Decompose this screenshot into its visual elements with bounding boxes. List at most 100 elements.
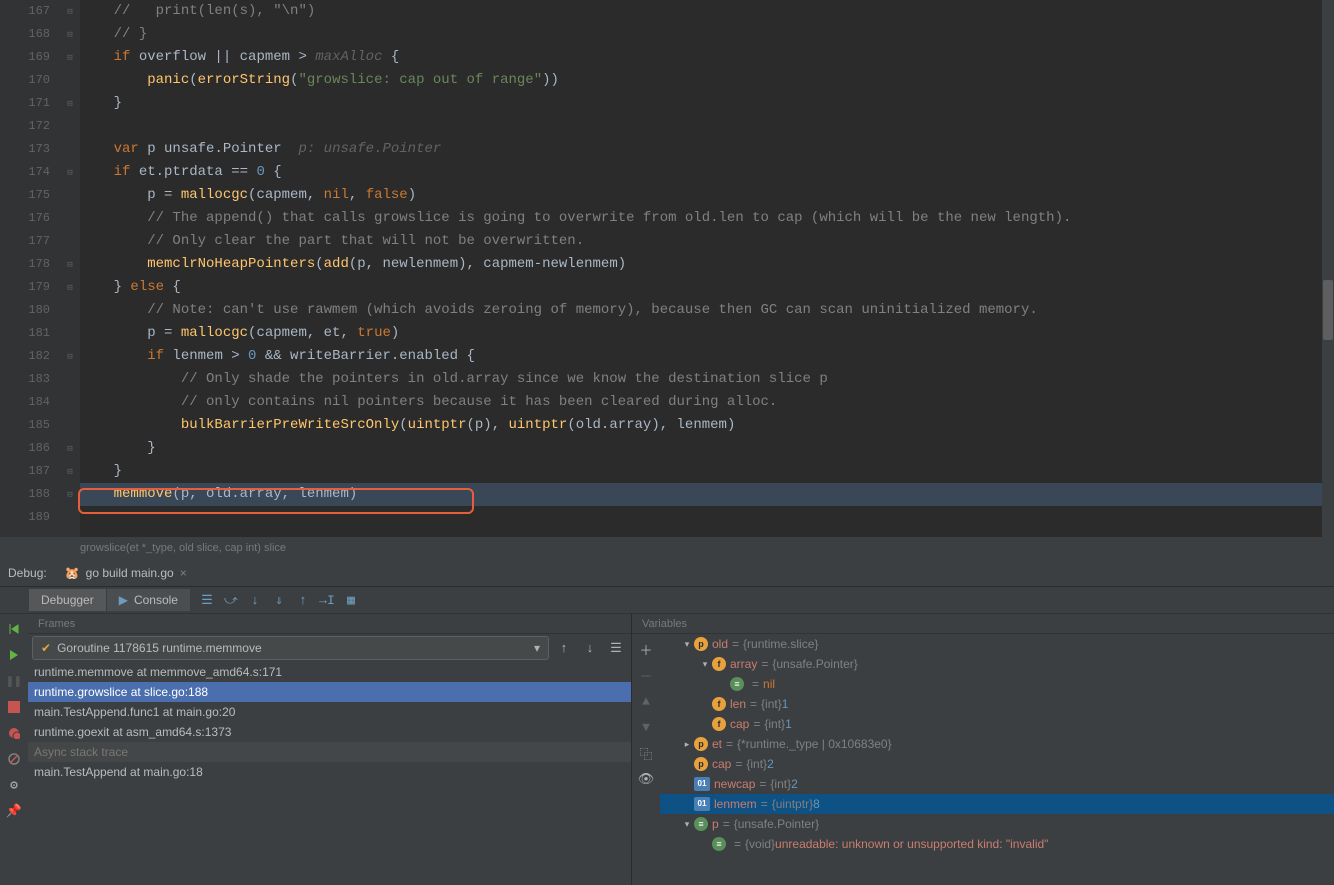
run-to-cursor-icon[interactable]: →I	[319, 592, 335, 608]
remove-watch-button[interactable]: －	[637, 666, 655, 684]
code-line[interactable]: var p unsafe.Pointer p: unsafe.Pointer	[80, 138, 1334, 161]
expand-toggle[interactable]: ▸	[680, 734, 694, 754]
fold-marker[interactable]	[60, 207, 80, 230]
code-line[interactable]: } else {	[80, 276, 1334, 299]
variable-row[interactable]: flen={int} 1	[660, 694, 1334, 714]
mute-breakpoints-button[interactable]	[5, 750, 23, 768]
frame-row[interactable]: main.TestAppend.func1 at main.go:20	[28, 702, 631, 722]
expand-toggle[interactable]: ▾	[698, 654, 712, 674]
fold-marker[interactable]	[60, 368, 80, 391]
fold-marker[interactable]	[60, 138, 80, 161]
code-line[interactable]: memclrNoHeapPointers(add(p, newlenmem), …	[80, 253, 1334, 276]
variable-row[interactable]: 01newcap={int} 2	[660, 774, 1334, 794]
fold-marker[interactable]: ⊟	[60, 253, 80, 276]
add-watch-button[interactable]: ＋	[637, 640, 655, 658]
code-line[interactable]: bulkBarrierPreWriteSrcOnly(uintptr(p), u…	[80, 414, 1334, 437]
pin-button[interactable]: 📌	[5, 802, 23, 820]
fold-marker[interactable]	[60, 414, 80, 437]
watch-up-button[interactable]: ▲	[637, 692, 655, 710]
code-line[interactable]: // only contains nil pointers because it…	[80, 391, 1334, 414]
code-line[interactable]: // The append() that calls growslice is …	[80, 207, 1334, 230]
variable-row[interactable]: ▾≡p={unsafe.Pointer}	[660, 814, 1334, 834]
step-into-icon[interactable]: ↓	[247, 592, 263, 608]
code-line[interactable]: memmove(p, old.array, lenmem)	[80, 483, 1334, 506]
variable-row[interactable]: ▾farray={unsafe.Pointer}	[660, 654, 1334, 674]
variable-row[interactable]: 01lenmem={uintptr} 8	[660, 794, 1334, 814]
code-line[interactable]: // Only clear the part that will not be …	[80, 230, 1334, 253]
close-icon[interactable]: ×	[180, 566, 187, 580]
fold-marker[interactable]: ⊟	[60, 437, 80, 460]
scrollbar-thumb[interactable]	[1323, 280, 1333, 340]
frame-list[interactable]: runtime.memmove at memmove_amd64.s:171ru…	[28, 662, 631, 885]
code-line[interactable]: // print(len(s), "\n")	[80, 0, 1334, 23]
code-line[interactable]: if et.ptrdata == 0 {	[80, 161, 1334, 184]
code-line[interactable]	[80, 115, 1334, 138]
editor-scrollbar[interactable]	[1322, 0, 1334, 537]
pause-button[interactable]: ❚❚	[5, 672, 23, 690]
breadcrumb[interactable]: growslice(et *_type, old slice, cap int)…	[0, 537, 1334, 560]
fold-marker[interactable]	[60, 69, 80, 92]
variable-row[interactable]: ▸pet={*runtime._type | 0x10683e0}	[660, 734, 1334, 754]
fold-marker[interactable]	[60, 184, 80, 207]
run-config-tab[interactable]: 🐹 go build main.go ×	[55, 562, 197, 584]
code-line[interactable]: p = mallocgc(capmem, et, true)	[80, 322, 1334, 345]
copy-button[interactable]: ⿻	[637, 744, 655, 762]
variable-row[interactable]: ▾pold={runtime.slice}	[660, 634, 1334, 654]
fold-marker[interactable]: ⊟	[60, 23, 80, 46]
watches-view-button[interactable]: 👁	[637, 770, 655, 788]
variable-row[interactable]: pcap={int} 2	[660, 754, 1334, 774]
frame-row[interactable]: Async stack trace	[28, 742, 631, 762]
code-line[interactable]: if overflow || capmem > maxAlloc {	[80, 46, 1334, 69]
next-frame-button[interactable]: ↓	[579, 637, 601, 659]
fold-marker[interactable]	[60, 391, 80, 414]
fold-marker[interactable]: ⊟	[60, 161, 80, 184]
variable-row[interactable]: ≡={void} unreadable: unknown or unsuppor…	[660, 834, 1334, 854]
fold-marker[interactable]: ⊟	[60, 345, 80, 368]
settings-button[interactable]: ⚙	[5, 776, 23, 794]
fold-marker[interactable]	[60, 115, 80, 138]
frame-row[interactable]: runtime.memmove at memmove_amd64.s:171	[28, 662, 631, 682]
fold-marker[interactable]	[60, 299, 80, 322]
fold-marker[interactable]: ⊟	[60, 460, 80, 483]
frame-row[interactable]: main.TestAppend at main.go:18	[28, 762, 631, 782]
code-line[interactable]: }	[80, 437, 1334, 460]
prev-frame-button[interactable]: ↑	[553, 637, 575, 659]
fold-marker[interactable]	[60, 506, 80, 529]
code-line[interactable]: if lenmem > 0 && writeBarrier.enabled {	[80, 345, 1334, 368]
fold-marker[interactable]	[60, 230, 80, 253]
code-area[interactable]: // print(len(s), "\n") // } if overflow …	[80, 0, 1334, 537]
code-editor[interactable]: 1671681691701711721731741751761771781791…	[0, 0, 1334, 537]
evaluate-icon[interactable]: ▦	[343, 592, 359, 608]
watch-down-button[interactable]: ▼	[637, 718, 655, 736]
code-line[interactable]	[80, 506, 1334, 529]
variable-row[interactable]: ≡=nil	[660, 674, 1334, 694]
tab-debugger[interactable]: Debugger	[29, 589, 106, 611]
variables-tree[interactable]: ▾pold={runtime.slice} ▾farray={unsafe.Po…	[660, 634, 1334, 885]
step-over-icon[interactable]: ⤻	[223, 592, 239, 608]
tab-console[interactable]: ▶ Console	[107, 589, 190, 611]
expand-toggle[interactable]: ▾	[680, 814, 694, 834]
resume-button[interactable]	[5, 646, 23, 664]
code-line[interactable]: // }	[80, 23, 1334, 46]
fold-marker[interactable]: ⊟	[60, 46, 80, 69]
code-line[interactable]: }	[80, 92, 1334, 115]
variable-row[interactable]: fcap={int} 1	[660, 714, 1334, 734]
code-line[interactable]: }	[80, 460, 1334, 483]
stop-button[interactable]	[5, 698, 23, 716]
step-out-icon[interactable]: ↑	[295, 592, 311, 608]
frame-row[interactable]: runtime.growslice at slice.go:188	[28, 682, 631, 702]
view-breakpoints-button[interactable]	[5, 724, 23, 742]
fold-marker[interactable]: ⊟	[60, 483, 80, 506]
frame-row[interactable]: runtime.goexit at asm_amd64.s:1373	[28, 722, 631, 742]
code-line[interactable]: // Only shade the pointers in old.array …	[80, 368, 1334, 391]
code-line[interactable]: // Note: can't use rawmem (which avoids …	[80, 299, 1334, 322]
expand-toggle[interactable]: ▾	[680, 634, 694, 654]
fold-marker[interactable]: ⊟	[60, 276, 80, 299]
threads-icon[interactable]: ☰	[199, 592, 215, 608]
goroutine-combo[interactable]: ✔ Goroutine 1178615 runtime.memmove ▾	[32, 636, 549, 660]
code-line[interactable]: panic(errorString("growslice: cap out of…	[80, 69, 1334, 92]
fold-marker[interactable]: ⊟	[60, 92, 80, 115]
code-line[interactable]: p = mallocgc(capmem, nil, false)	[80, 184, 1334, 207]
frame-filter-button[interactable]: ☰	[605, 637, 627, 659]
fold-marker[interactable]	[60, 322, 80, 345]
